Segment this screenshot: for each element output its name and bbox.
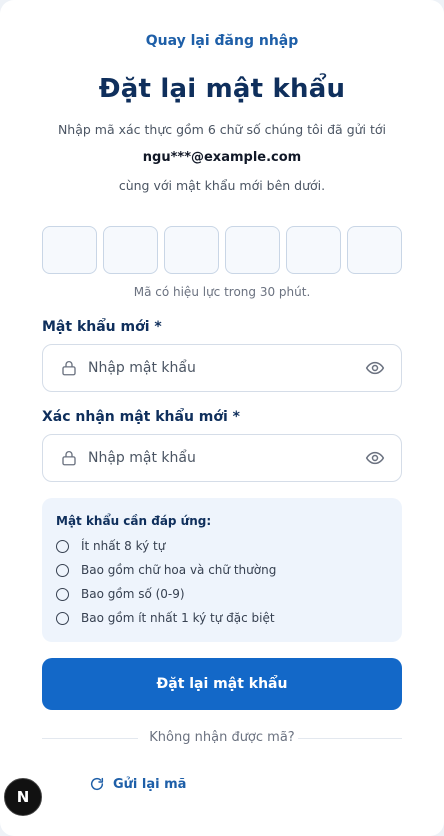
requirement-item: Bao gồm ít nhất 1 ký tự đặc biệt (56, 611, 275, 625)
resend-label: Gửi lại mã (113, 776, 187, 792)
otp-digit-5[interactable] (286, 226, 341, 274)
otp-digit-3[interactable] (164, 226, 219, 274)
requirements-title: Mật khẩu cần đáp ứng: (56, 514, 212, 528)
otp-digit-6[interactable] (347, 226, 402, 274)
confirm-password-field[interactable]: Nhập mật khẩu (42, 434, 402, 482)
circle-icon (56, 611, 69, 625)
circle-icon (56, 587, 69, 601)
divider: Không nhận được mã? (42, 730, 402, 746)
new-password-placeholder: Nhập mật khẩu (88, 360, 196, 376)
circle-icon (56, 563, 69, 577)
lock-icon (62, 361, 76, 376)
masked-email: ngu***@example.com (142, 150, 302, 165)
page-title: Đặt lại mật khẩu (98, 74, 346, 104)
description-text: Nhập mã xác thực gồm 6 chữ số chúng tôi … (57, 122, 387, 137)
otp-digit-4[interactable] (225, 226, 280, 274)
refresh-icon (90, 777, 104, 791)
requirement-text: Bao gồm ít nhất 1 ký tự đặc biệt (81, 611, 275, 625)
requirement-text: Ít nhất 8 ký tự (81, 539, 166, 553)
eye-icon[interactable] (365, 358, 385, 378)
circle-icon (56, 539, 69, 553)
new-password-field[interactable]: Nhập mật khẩu (42, 344, 402, 392)
password-requirements: Mật khẩu cần đáp ứng: Ít nhất 8 ký tự Ba… (42, 498, 402, 642)
description-text-2: cùng với mật khẩu mới bên dưới. (118, 178, 326, 193)
back-to-login-link[interactable]: Quay lại đăng nhập (0, 33, 444, 49)
otp-digit-1[interactable] (42, 226, 97, 274)
requirement-text: Bao gồm số (0-9) (81, 587, 185, 601)
otp-digit-2[interactable] (103, 226, 158, 274)
requirement-item: Ít nhất 8 ký tự (56, 539, 165, 553)
otp-input-group (42, 226, 402, 274)
requirement-text: Bao gồm chữ hoa và chữ thường (81, 563, 277, 577)
otp-validity-note: Mã có hiệu lực trong 30 phút. (133, 285, 311, 299)
confirm-password-label: Xác nhận mật khẩu mới * (42, 409, 241, 425)
n-badge-icon[interactable]: N (4, 778, 42, 816)
resend-code-button[interactable]: Gửi lại mã (89, 776, 186, 792)
requirement-item: Bao gồm chữ hoa và chữ thường (56, 563, 276, 577)
reset-password-button[interactable]: Đặt lại mật khẩu (42, 658, 402, 710)
eye-icon[interactable] (365, 448, 385, 468)
requirement-item: Bao gồm số (0-9) (56, 587, 185, 601)
confirm-password-placeholder: Nhập mật khẩu (88, 450, 196, 466)
reset-password-card: Quay lại đăng nhập Đặt lại mật khẩu Nhập… (0, 0, 444, 836)
divider-line-right (298, 738, 402, 739)
new-password-label: Mật khẩu mới * (42, 319, 162, 335)
lock-icon (62, 451, 76, 466)
